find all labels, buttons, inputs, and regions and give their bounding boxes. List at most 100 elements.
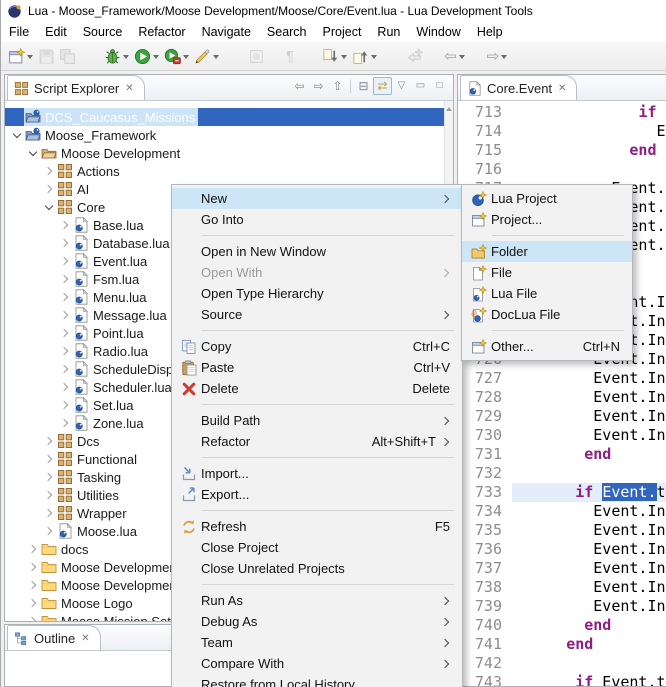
forward-icon[interactable]: ⇨ — [468, 44, 511, 68]
expander-icon[interactable] — [41, 486, 56, 504]
tree-item[interactable]: Moose_Framework — [5, 126, 453, 144]
minimize-icon[interactable]: ▭ — [411, 78, 430, 94]
tree-item[interactable]: DCS_Caucasus_Missions — [5, 108, 453, 126]
code-line[interactable]: 729 Event.IniGroupName = Event.IniDCSGro… — [458, 407, 666, 426]
expander-icon[interactable] — [9, 108, 24, 126]
code-line[interactable]: 736 Event.IniUnit = UNIT:FindByName( Eve… — [458, 540, 666, 559]
expander-icon[interactable] — [41, 198, 56, 216]
expander-icon[interactable] — [57, 270, 72, 288]
close-icon[interactable]: ✕ — [81, 633, 89, 644]
expander-icon[interactable] — [57, 252, 72, 270]
code-line[interactable]: 730 Event.IniGroup = GROUP:FindByName( E… — [458, 426, 666, 445]
submenu-item[interactable]: Other... Ctrl+N — [462, 336, 632, 357]
context-menu-item[interactable]: Close Project — [172, 537, 462, 558]
expander-icon[interactable] — [57, 396, 72, 414]
code-line[interactable]: 732 — [458, 464, 666, 483]
context-menu-item[interactable]: Refresh F5 — [172, 516, 462, 537]
expander-icon[interactable] — [57, 324, 72, 342]
code-text[interactable]: Event.IniDCSGroup = Event.IniDCSUnit:get… — [512, 369, 666, 388]
expander-icon[interactable] — [25, 558, 40, 576]
expander-icon[interactable] — [57, 414, 72, 432]
code-line[interactable]: 714 Event.IniDCSUnit = Event.initiator — [458, 122, 666, 141]
tab-core-event[interactable]: Core.Event ✕ — [460, 75, 577, 100]
tree-item[interactable]: Actions — [5, 162, 453, 180]
expander-icon[interactable] — [57, 216, 72, 234]
context-menu-item[interactable]: Export... — [172, 484, 462, 505]
code-line[interactable]: 727 Event.IniDCSGroup = Event.IniDCSUnit… — [458, 369, 666, 388]
expander-icon[interactable] — [25, 576, 40, 594]
menubar-item[interactable]: Window — [408, 23, 468, 41]
submenu-item[interactable]: Lua Project — [462, 188, 632, 209]
code-text[interactable]: if Event.target then — [512, 483, 666, 502]
code-text[interactable]: end — [512, 616, 666, 635]
mark-occurrences-icon[interactable] — [246, 44, 267, 68]
expander-icon[interactable] — [9, 126, 24, 144]
expander-icon[interactable] — [57, 342, 72, 360]
code-text[interactable] — [512, 654, 666, 673]
context-menu-item[interactable]: Paste Ctrl+V — [172, 357, 462, 378]
code-text[interactable]: Event.IniUnitName = Event.IniDCSUnitName — [512, 559, 666, 578]
maximize-icon[interactable]: □ — [430, 78, 449, 94]
context-menu-item[interactable]: Run As — [172, 590, 462, 611]
menubar-item[interactable]: Search — [259, 23, 315, 41]
code-text[interactable]: Event.IniUnit = UNIT:FindByName( Event.I… — [512, 540, 666, 559]
menubar-item[interactable]: Edit — [37, 23, 75, 41]
tab-outline[interactable]: Outline ✕ — [7, 625, 101, 650]
context-menu-item[interactable]: Open Type Hierarchy — [172, 283, 462, 304]
dropdown-caret-icon[interactable] — [27, 55, 33, 62]
back-icon[interactable]: ⇦ — [425, 44, 468, 68]
code-line[interactable]: 713 if Event.initiator then — [458, 103, 666, 122]
code-text[interactable] — [512, 464, 666, 483]
submenu-item[interactable]: Lua File — [462, 283, 632, 304]
expander-icon[interactable] — [41, 162, 56, 180]
highlighter-icon[interactable] — [192, 44, 222, 68]
expander-icon[interactable] — [41, 180, 56, 198]
context-menu-item[interactable]: Open With — [172, 262, 462, 283]
expander-icon[interactable] — [57, 378, 72, 396]
up-icon[interactable]: ⇧ — [328, 78, 347, 94]
context-menu-item[interactable]: Refactor Alt+Shift+T — [172, 431, 462, 452]
prev-annotation-icon[interactable] — [350, 44, 380, 68]
code-line[interactable]: 734 Event.IniDCSUnit = Event.target — [458, 502, 666, 521]
context-menu-item[interactable]: Import... — [172, 463, 462, 484]
expander-icon[interactable] — [57, 360, 72, 378]
dropdown-caret-icon[interactable] — [501, 55, 507, 62]
code-text[interactable]: Event.IniGroupName = Event.IniDCSGroup:g… — [512, 597, 666, 616]
context-menu-item[interactable]: New — [172, 188, 462, 209]
code-line[interactable]: 742 — [458, 654, 666, 673]
dropdown-caret-icon[interactable] — [183, 55, 189, 62]
run-last-icon[interactable] — [162, 44, 192, 68]
menubar-item[interactable]: Refactor — [130, 23, 193, 41]
code-text[interactable]: Event.IniGroupName = Event.IniDCSGroupNa… — [512, 407, 666, 426]
back-icon[interactable]: ⇦ — [290, 78, 309, 94]
next-annotation-icon[interactable] — [320, 44, 350, 68]
context-menu-item[interactable]: Debug As — [172, 611, 462, 632]
expander-icon[interactable] — [41, 504, 56, 522]
show-whitespace-icon[interactable]: ¶ — [267, 44, 296, 68]
collapse-all-icon[interactable]: ⊟ — [354, 78, 373, 94]
context-menu-item[interactable]: Delete Delete — [172, 378, 462, 399]
code-line[interactable]: 739 Event.IniGroupName = Event.IniDCSGro… — [458, 597, 666, 616]
context-menu-item[interactable]: Copy Ctrl+C — [172, 336, 462, 357]
expander-icon[interactable] — [41, 450, 56, 468]
code-text[interactable] — [512, 160, 666, 179]
code-line[interactable]: 738 Event.IniDCSGroup = Event.IniDCSUnit… — [458, 578, 666, 597]
view-menu-icon[interactable]: ▽ — [392, 78, 411, 94]
menubar-item[interactable]: Run — [369, 23, 408, 41]
code-line[interactable]: 743 if Event.target then — [458, 673, 666, 686]
dropdown-caret-icon[interactable] — [213, 55, 219, 62]
expander-icon[interactable] — [25, 144, 40, 162]
code-line[interactable]: 741 end — [458, 635, 666, 654]
code-line[interactable]: 737 Event.IniUnitName = Event.IniDCSUnit… — [458, 559, 666, 578]
expander-icon[interactable] — [41, 468, 56, 486]
dropdown-caret-icon[interactable] — [123, 55, 129, 62]
submenu-item[interactable]: File — [462, 262, 632, 283]
last-edit-location-icon[interactable] — [404, 44, 425, 68]
expander-icon[interactable] — [57, 288, 72, 306]
dropdown-caret-icon[interactable] — [341, 55, 347, 62]
tree-item[interactable]: Moose Development — [5, 144, 453, 162]
menubar-item[interactable]: Project — [315, 23, 370, 41]
save-all-icon[interactable] — [57, 44, 78, 68]
expander-icon[interactable] — [25, 612, 40, 621]
expander-icon[interactable] — [57, 306, 72, 324]
